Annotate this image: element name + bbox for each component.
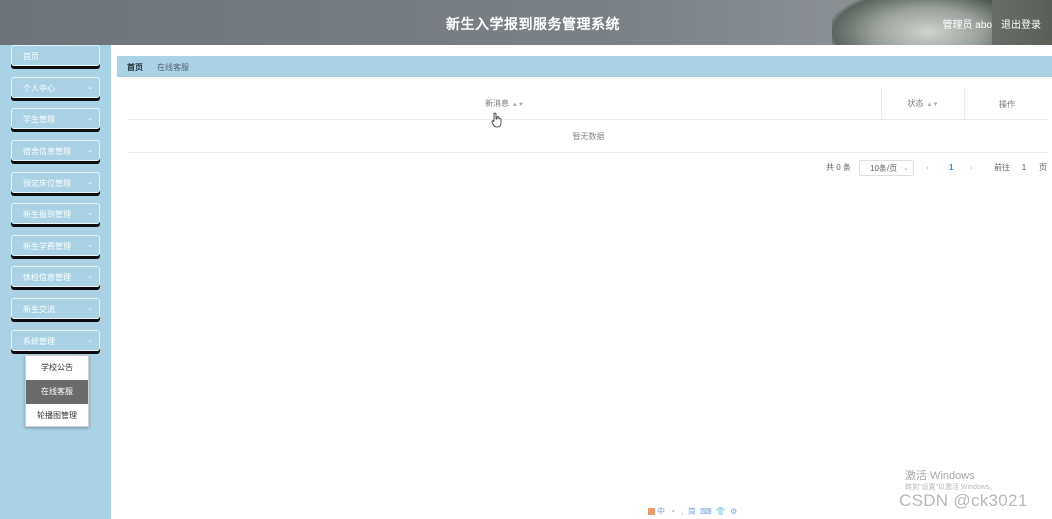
system-management-submenu: 学校公告 在线客服 轮播图管理: [25, 355, 89, 427]
sidebar-item-home[interactable]: 首页: [11, 45, 100, 66]
breadcrumb: 首页 在线客服: [117, 56, 1052, 77]
top-header: 新生入学报到服务管理系统 管理员 abo 退出登录: [0, 0, 1052, 45]
chevron-down-icon: ⌄: [87, 337, 93, 344]
logout-link[interactable]: 退出登录: [1001, 16, 1041, 31]
sidebar-item-freshman-forum[interactable]: 新生交流 ⌄: [11, 298, 100, 319]
chevron-down-icon: ⌄: [87, 115, 93, 122]
submenu-item-carousel[interactable]: 轮播图管理: [26, 404, 88, 428]
ime-logo-icon: [648, 508, 655, 516]
sidebar-item-freshman-checkin[interactable]: 新生报到管理 ⌄: [11, 203, 100, 224]
sidebar-item-system-management[interactable]: 系统管理 ⌄: [11, 330, 100, 351]
chevron-down-icon: ⌄: [87, 84, 93, 91]
page-size-select[interactable]: 10条/页 ⌄: [859, 160, 914, 176]
sidebar-item-label: 宿舍信息管理: [23, 147, 71, 156]
ime-toolbar: 中 ・ , 简 ⌨ 👕 ⚙: [648, 506, 738, 518]
sidebar-item-label: 体检信息管理: [23, 273, 71, 282]
sidebar-item-tuition[interactable]: 新生学费管理 ⌄: [11, 235, 100, 256]
current-user: 管理员 abo: [942, 20, 992, 31]
submenu-item-online-service[interactable]: 在线客服: [26, 380, 88, 404]
column-header-actions: 操作: [965, 87, 1049, 120]
sidebar-item-bed-reservation[interactable]: 预定床位管理 ⌄: [11, 172, 100, 193]
empty-state: 暂无数据: [128, 120, 1049, 153]
breadcrumb-home[interactable]: 首页: [127, 62, 143, 73]
page-size-value: 10条/页: [870, 164, 898, 173]
sidebar-item-dorm-info[interactable]: 宿舍信息管理 ⌄: [11, 140, 100, 161]
column-header-label: 状态: [907, 99, 924, 108]
prev-page-button[interactable]: ‹: [926, 160, 929, 176]
sidebar-item-label: 新生学费管理: [23, 242, 71, 251]
table-header: 新消息 ▲▼ 状态 ▲▼ 操作: [128, 87, 1049, 120]
submenu-item-school-notice[interactable]: 学校公告: [26, 356, 88, 380]
sidebar-item-label: 新生报到管理: [23, 210, 71, 219]
chevron-down-icon: ⌄: [87, 273, 93, 280]
hand-cursor-icon: [491, 112, 502, 128]
sort-caret-icon[interactable]: ▲▼: [512, 102, 524, 108]
chevron-down-icon: ⌄: [87, 147, 93, 154]
chevron-down-icon: ⌄: [87, 305, 93, 312]
sidebar-item-personal-center[interactable]: 个人中心 ⌄: [11, 77, 100, 98]
sidebar-item-label: 首页: [23, 52, 39, 61]
column-header-label: 新消息: [485, 99, 510, 108]
system-title: 新生入学报到服务管理系统: [446, 16, 620, 32]
chevron-down-icon: ⌄: [903, 165, 909, 172]
sidebar-item-health-check[interactable]: 体检信息管理 ⌄: [11, 266, 100, 287]
page-number-1[interactable]: 1: [949, 160, 953, 176]
goto-unit: 页: [1039, 163, 1047, 172]
sidebar-item-label: 个人中心: [23, 84, 55, 93]
sidebar-item-label: 系统管理: [23, 337, 55, 346]
column-header-label: 操作: [999, 100, 1015, 109]
csdn-watermark: CSDN @ck3021: [899, 491, 1028, 510]
chevron-down-icon: ⌄: [87, 242, 93, 249]
column-header-message[interactable]: 新消息 ▲▼: [128, 87, 882, 120]
breadcrumb-current: 在线客服: [157, 63, 189, 72]
chevron-down-icon: ⌄: [87, 179, 93, 186]
next-page-button[interactable]: ›: [970, 160, 973, 176]
sidebar-item-label: 新生交流: [23, 305, 55, 314]
chevron-down-icon: ⌄: [87, 210, 93, 217]
goto-label: 前往: [994, 163, 1010, 172]
sidebar-item-label: 学生管理: [23, 115, 55, 124]
ime-toolbar-text: 中 ・ , 简 ⌨ 👕 ⚙: [657, 507, 739, 516]
sidebar-item-student-management[interactable]: 学生管理 ⌄: [11, 108, 100, 129]
windows-activation-title: 激活 Windows: [905, 470, 975, 482]
sidebar-item-label: 预定床位管理: [23, 179, 71, 188]
pagination-total: 共 0 条: [826, 163, 851, 172]
sort-caret-icon[interactable]: ▲▼: [927, 102, 939, 108]
column-header-status[interactable]: 状态 ▲▼: [882, 87, 965, 120]
goto-page-input[interactable]: [1016, 160, 1032, 176]
